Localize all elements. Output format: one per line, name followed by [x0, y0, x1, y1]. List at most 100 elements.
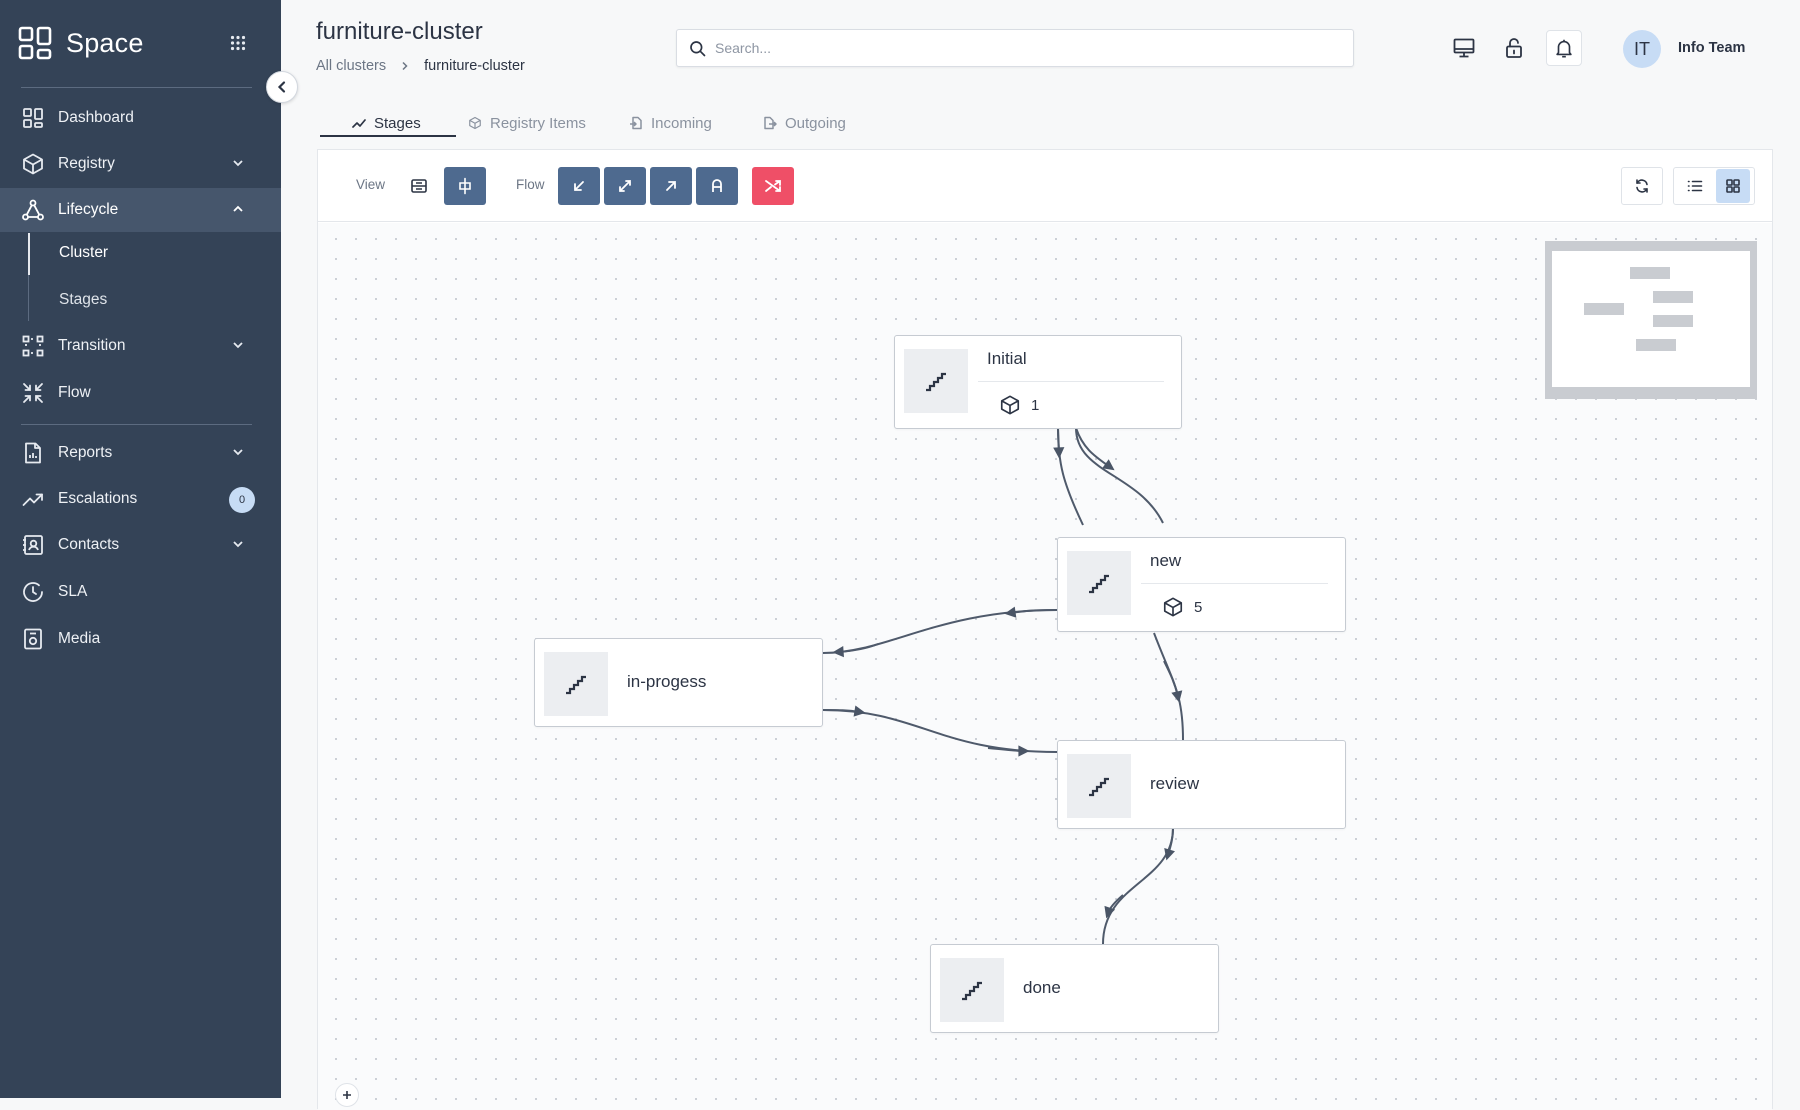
grid-icon [1725, 178, 1741, 194]
active-tab-underline [320, 135, 456, 137]
layout-rows-icon [410, 177, 428, 195]
minimap-node [1653, 291, 1693, 303]
sidebar-item-media[interactable]: Media [0, 617, 281, 661]
cube-icon [468, 116, 482, 130]
sidebar-subitem-label: Stages [59, 291, 108, 308]
sidebar-item-sla[interactable]: SLA [0, 570, 281, 614]
search-input[interactable] [715, 30, 1335, 66]
stage-title: done [1023, 978, 1061, 997]
chevron-right-icon [400, 61, 410, 71]
grid-view-button[interactable] [1716, 169, 1750, 203]
tab-stages[interactable]: Stages [352, 108, 421, 138]
sidebar-item-label: SLA [58, 583, 88, 600]
sidebar-item-dashboard[interactable]: Dashboard [0, 96, 281, 140]
sidebar-item-label: Media [58, 630, 101, 647]
diagram-canvas[interactable]: Initial 1 new 5 in-progess review done [318, 223, 1772, 1110]
flow-arrow-in-button[interactable] [558, 167, 600, 205]
arrow-up-right-icon [663, 178, 679, 194]
refresh-icon [1634, 178, 1650, 194]
stage-title: review [1150, 774, 1200, 793]
contacts-icon [21, 533, 45, 557]
tab-label: Stages [374, 114, 421, 132]
arrows-in-icon [21, 381, 45, 405]
flow-auto-button[interactable] [696, 167, 738, 205]
sidebar-subitem-stages[interactable]: Stages [28, 280, 281, 320]
stage-node-done[interactable]: done [930, 944, 1219, 1033]
bell-icon [1553, 37, 1575, 59]
stairs-icon [904, 349, 968, 413]
view-label: View [356, 177, 386, 192]
breadcrumb-all-clusters[interactable]: All clusters [316, 58, 386, 74]
avatar[interactable]: IT [1623, 30, 1661, 68]
clock-icon [21, 580, 45, 604]
chevron-down-icon [231, 445, 245, 459]
notifications-button[interactable] [1546, 30, 1582, 66]
brand-name: Space [66, 27, 144, 58]
diagram-panel: View Flow Initial 1 new 5 in-progess rev… [317, 149, 1773, 1110]
sidebar-item-flow[interactable]: Flow [0, 371, 281, 415]
minimap[interactable] [1545, 241, 1757, 399]
stage-node-initial[interactable]: Initial 1 [894, 335, 1182, 429]
shuffle-icon [764, 177, 782, 195]
sidebar-item-contacts[interactable]: Contacts [0, 523, 281, 567]
cube-icon [1162, 596, 1184, 618]
space-logo-icon [18, 26, 52, 60]
minimap-node [1653, 315, 1693, 327]
view-horizontal-button[interactable] [398, 167, 440, 205]
network-icon [21, 198, 45, 222]
stage-node-review[interactable]: review [1057, 740, 1346, 829]
stage-node-in-progess[interactable]: in-progess [534, 638, 823, 727]
stairs-icon [544, 652, 608, 716]
minimap-node [1636, 339, 1676, 351]
edge-new-review [1153, 632, 1184, 741]
flow-bidirectional-button[interactable] [604, 167, 646, 205]
sidebar-item-label: Contacts [58, 536, 120, 553]
lock-button[interactable] [1496, 30, 1532, 66]
edge-new-inprogess [822, 609, 1058, 654]
stage-divider [1141, 583, 1328, 584]
sidebar-item-label: Lifecycle [58, 201, 119, 218]
refresh-button[interactable] [1621, 167, 1663, 205]
sidebar-item-reports[interactable]: Reports [0, 431, 281, 475]
brand[interactable]: Space [18, 26, 144, 60]
cube-icon [999, 394, 1021, 416]
tab-incoming[interactable]: Incoming [629, 108, 712, 138]
sidebar-subitem-cluster[interactable]: Cluster [28, 233, 281, 273]
chevron-down-icon [231, 156, 245, 170]
zoom-in-button[interactable] [335, 1083, 359, 1107]
stage-node-new[interactable]: new 5 [1057, 537, 1346, 632]
auto-layout-icon [709, 178, 725, 194]
diagram-toolbar: View Flow [318, 150, 1772, 222]
sidebar-item-registry[interactable]: Registry [0, 142, 281, 186]
flow-arrow-out-button[interactable] [650, 167, 692, 205]
sidebar-item-label: Reports [58, 444, 113, 461]
edge-inprogess-review [822, 709, 1058, 753]
breadcrumb: All clusters furniture-cluster [316, 58, 525, 74]
tab-registry-items[interactable]: Registry Items [468, 108, 586, 138]
edge-initial-new-alt [1075, 427, 1164, 524]
shuffle-button[interactable] [752, 167, 794, 205]
sidebar-item-label: Registry [58, 155, 115, 172]
search-box [676, 29, 1354, 67]
list-view-button[interactable] [1678, 169, 1712, 203]
sidebar-item-label: Escalations [58, 490, 138, 507]
monitor-icon [1452, 36, 1476, 60]
sidebar-item-escalations[interactable]: Escalations 0 [0, 477, 281, 521]
view-vertical-button[interactable] [444, 167, 486, 205]
sidebar: Space Dashboard Registry Lifecycle Clust… [0, 0, 281, 1098]
unlock-icon [1502, 36, 1526, 60]
edge-review-done [1102, 827, 1174, 945]
user-name[interactable]: Info Team [1678, 40, 1745, 56]
tab-label: Outgoing [785, 114, 846, 132]
sidebar-collapse-button[interactable] [266, 71, 298, 103]
minimap-node [1630, 267, 1670, 279]
outgoing-icon [763, 116, 777, 130]
sidebar-item-lifecycle[interactable]: Lifecycle [0, 188, 281, 232]
trend-icon [21, 487, 45, 511]
sidebar-item-transition[interactable]: Transition [0, 324, 281, 368]
monitor-button[interactable] [1446, 30, 1482, 66]
apps-grid-icon[interactable] [230, 35, 246, 51]
transition-icon [21, 334, 45, 358]
tab-outgoing[interactable]: Outgoing [763, 108, 846, 138]
minimap-node [1584, 303, 1624, 315]
